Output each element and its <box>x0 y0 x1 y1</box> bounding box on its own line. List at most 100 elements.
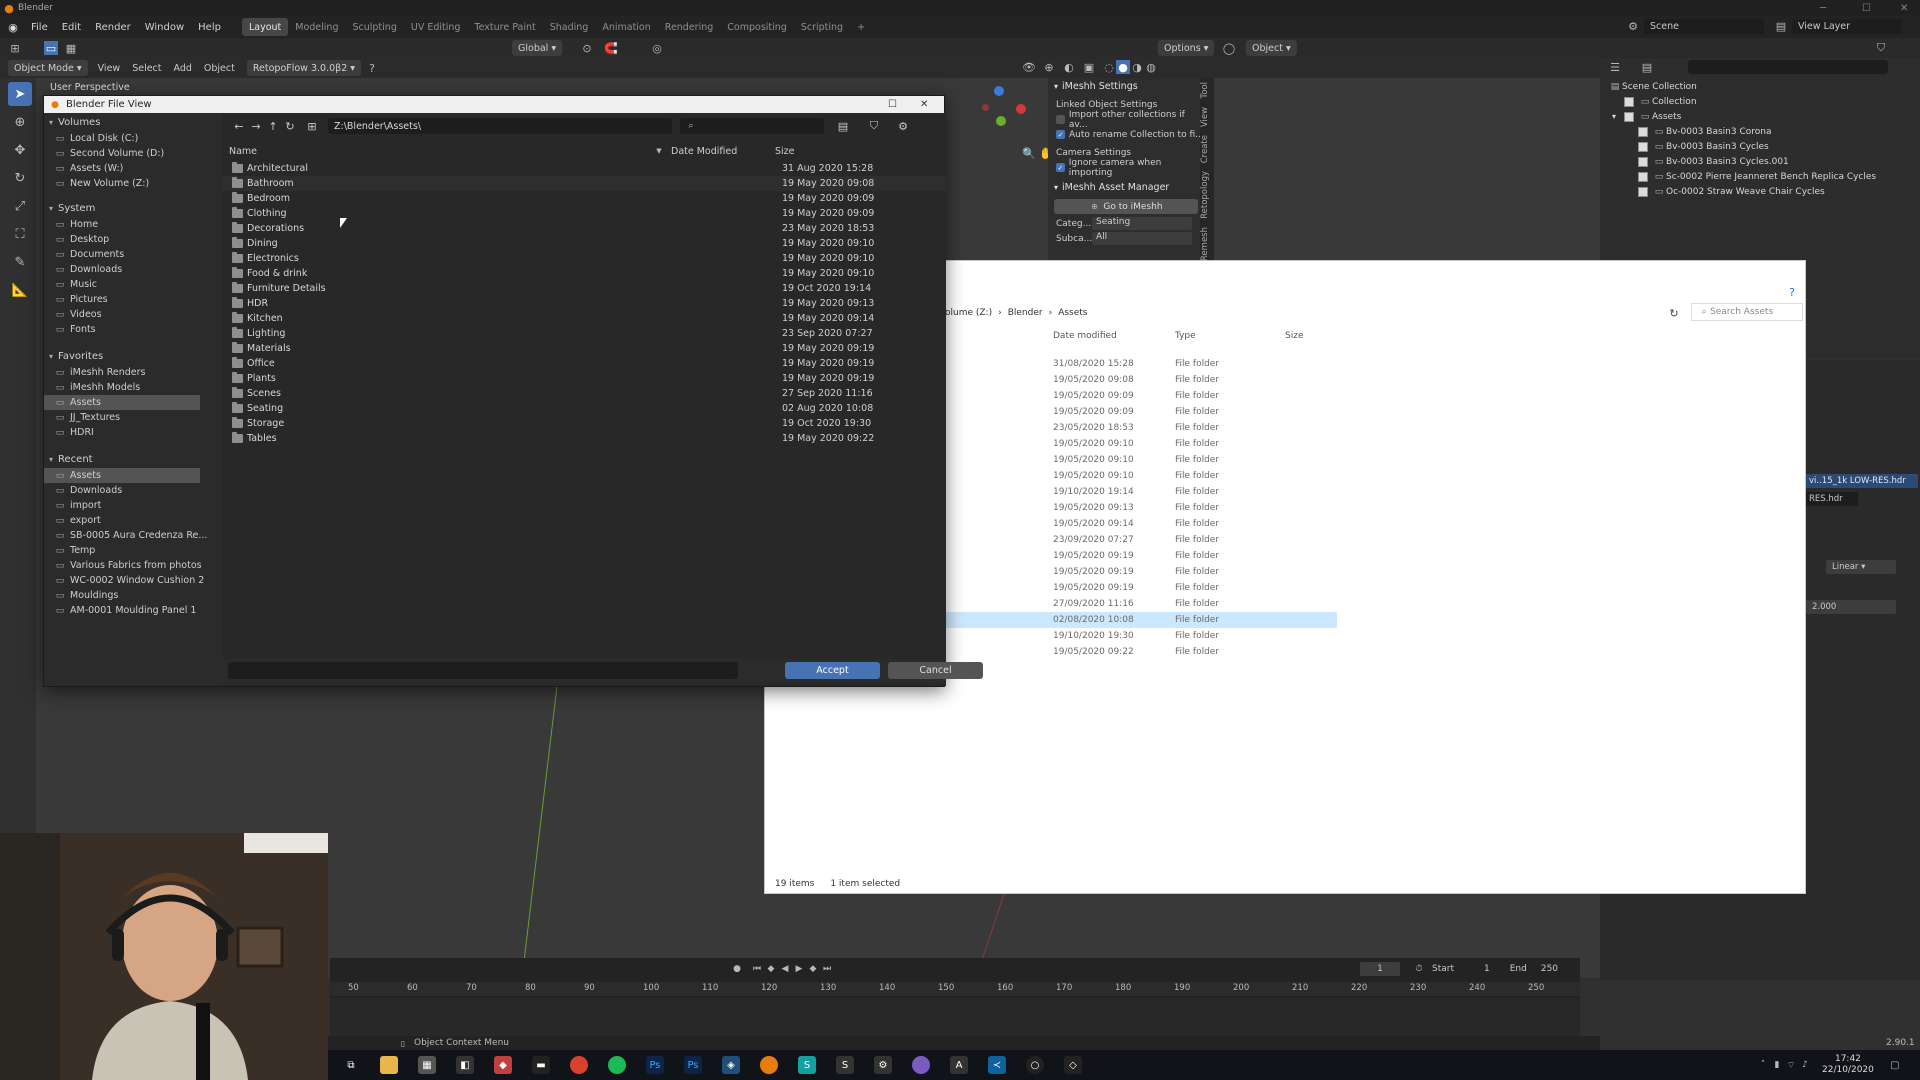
file-row[interactable]: Architectural 31 Aug 2020 15:28 <box>222 161 946 176</box>
material-shading-icon[interactable]: ◑ <box>1130 60 1144 74</box>
sidebar-item-favorites[interactable]: ▭ iMeshh Renders <box>44 365 222 380</box>
file-row[interactable]: Tables 19 May 2020 09:22 <box>222 431 946 446</box>
col-size[interactable]: Size <box>765 146 825 157</box>
dialog-close-button[interactable]: ✕ <box>920 99 928 110</box>
cancel-button[interactable]: Cancel <box>888 662 983 679</box>
menu-view[interactable]: View <box>92 63 127 74</box>
file-row[interactable]: Plants 19 May 2020 09:19 <box>222 371 946 386</box>
filter-icon[interactable]: ⛉ <box>867 119 881 133</box>
tab-create[interactable]: Create <box>1200 131 1210 167</box>
outliner-item[interactable]: ▭ Collection <box>1600 94 1920 109</box>
checkbox-icon[interactable] <box>1638 126 1648 137</box>
parent-dir-icon[interactable]: ↑ <box>266 119 280 133</box>
col-type[interactable]: Type <box>1175 331 1285 341</box>
system-header[interactable]: ▾ System <box>44 199 222 217</box>
sidebar-item-system[interactable]: ▭ Home <box>44 217 222 232</box>
volumes-header[interactable]: ▾ Volumes <box>44 113 222 131</box>
menu-add[interactable]: Add <box>168 63 198 74</box>
prev-keyframe-icon[interactable]: ◆ <box>764 962 778 976</box>
solid-shading-icon[interactable]: ● <box>1116 60 1130 74</box>
checkbox-icon[interactable] <box>1638 171 1648 182</box>
cursor-tool-icon[interactable]: ⊕ <box>8 110 32 134</box>
col-size[interactable]: Size <box>1285 331 1345 341</box>
breadcrumb-blender[interactable]: Blender <box>1008 308 1043 318</box>
sidebar-item-system[interactable]: ▭ Videos <box>44 307 222 322</box>
sidebar-item-volumes[interactable]: ▭ New Volume (Z:) <box>44 176 222 191</box>
file-row[interactable]: Dining 19 May 2020 09:10 <box>222 236 946 251</box>
outliner-item[interactable]: ▾ ▭ Assets <box>1600 109 1920 124</box>
github-icon[interactable] <box>912 1056 930 1074</box>
tab-uv-editing[interactable]: UV Editing <box>404 18 468 36</box>
sidebar-item-recent[interactable]: ▭ Temp <box>44 543 222 558</box>
tab-animation[interactable]: Animation <box>595 18 657 36</box>
timeline-track-area[interactable] <box>330 998 1580 1036</box>
help-icon[interactable]: ? <box>365 61 379 75</box>
tab-tool[interactable]: Tool <box>1200 78 1210 103</box>
menu-edit[interactable]: Edit <box>55 16 88 38</box>
sidebar-item-recent[interactable]: ▭ import <box>44 498 222 513</box>
select-tool-icon[interactable]: ➤ <box>8 82 32 106</box>
object-dropdown[interactable]: Object ▾ <box>1246 40 1297 56</box>
sidebar-item-system[interactable]: ▭ Pictures <box>44 292 222 307</box>
hdr-image-field[interactable]: RES.hdr <box>1806 492 1858 506</box>
file-row[interactable]: Bedroom 19 May 2020 09:09 <box>222 191 946 206</box>
tab-scripting[interactable]: Scripting <box>794 18 850 36</box>
sidebar-item-recent[interactable]: ▭ SB-0005 Aura Credenza Re... <box>44 528 222 543</box>
file-row[interactable]: Kitchen 19 May 2020 09:14 <box>222 311 946 326</box>
proportional-edit-icon[interactable]: ◎ <box>650 41 664 55</box>
dialog-search-field[interactable]: ⌕ <box>680 118 824 134</box>
jump-start-icon[interactable]: ⏮ <box>750 962 764 976</box>
jump-end-icon[interactable]: ⏭ <box>820 962 834 976</box>
transform-tool-icon[interactable]: ⛶ <box>8 222 32 246</box>
calculator-icon[interactable]: ▦ <box>418 1056 436 1074</box>
sidebar-item-system[interactable]: ▭ Desktop <box>44 232 222 247</box>
menu-help[interactable]: Help <box>191 16 228 38</box>
options-dropdown[interactable]: Options ▾ <box>1158 40 1215 56</box>
timeline-ruler[interactable]: 50 60 70 80 90 100 110 120 130 140 150 160 170 180 190… <box>330 982 1580 996</box>
skype-icon[interactable]: S <box>836 1056 854 1074</box>
sidebar-item-favorites[interactable]: ▭ JJ_Textures <box>44 410 222 425</box>
file-row[interactable]: Decorations 23 May 2020 18:53 <box>222 221 946 236</box>
file-row[interactable]: Storage 19 Oct 2020 19:30 <box>222 416 946 431</box>
file-row[interactable]: Clothing 19 May 2020 09:09 <box>222 206 946 221</box>
terminal-icon[interactable]: ▬ <box>532 1056 550 1074</box>
close-window-button[interactable]: ✕ <box>1900 3 1908 14</box>
checkbox-icon[interactable] <box>1624 111 1634 122</box>
breadcrumb-volume[interactable]: olume (Z:) <box>945 308 992 318</box>
filename-field[interactable] <box>228 662 738 679</box>
overlay-icon[interactable]: ◐ <box>1062 60 1076 74</box>
menu-window[interactable]: Window <box>138 16 191 38</box>
3d-app-icon[interactable]: ◈ <box>722 1056 740 1074</box>
outliner-item[interactable]: ▭ Bv-0003 Basin3 Corona <box>1600 124 1920 139</box>
display-mode-icon[interactable]: ▤ <box>1640 60 1654 74</box>
photoshop-2-icon[interactable]: Ps <box>684 1056 702 1074</box>
play-icon[interactable]: ▶ <box>792 962 806 976</box>
select-box-icon[interactable]: ▭ <box>44 41 58 55</box>
chrome-icon[interactable] <box>570 1056 588 1074</box>
sidebar-item-system[interactable]: ▭ Downloads <box>44 262 222 277</box>
explorer-search[interactable]: ⌕ Search Assets <box>1691 303 1803 321</box>
scale-tool-icon[interactable]: ⤢ <box>8 194 32 218</box>
tab-sculpting[interactable]: Sculpting <box>345 18 403 36</box>
move-tool-icon[interactable]: ✥ <box>8 138 32 162</box>
recent-header[interactable]: ▾ Recent <box>44 450 222 468</box>
refresh-icon[interactable]: ↻ <box>283 119 297 133</box>
obs-icon[interactable]: ○ <box>1026 1056 1044 1074</box>
object-mode-dropdown[interactable]: Object Mode ▾ <box>8 60 88 76</box>
task-view-icon[interactable]: ⧉ <box>342 1056 360 1074</box>
media-app-icon[interactable]: ◆ <box>494 1056 512 1074</box>
back-arrow-icon[interactable]: ← <box>232 119 246 133</box>
visibility-icon[interactable]: 👁 <box>1022 60 1036 74</box>
measure-tool-icon[interactable]: 📐 <box>8 278 32 302</box>
col-date[interactable]: Date Modified <box>671 146 765 157</box>
sidebar-item-volumes[interactable]: ▭ Local Disk (C:) <box>44 131 222 146</box>
file-row[interactable]: Food & drink 19 May 2020 09:10 <box>222 266 946 281</box>
strength-field[interactable]: 2.000 <box>1806 600 1896 614</box>
menu-render[interactable]: Render <box>88 16 138 38</box>
current-frame-field[interactable]: 1 <box>1360 962 1400 976</box>
file-row[interactable]: Office 19 May 2020 09:19 <box>222 356 946 371</box>
settings-app-icon[interactable]: ⚙ <box>874 1056 892 1074</box>
import-other-checkbox[interactable]: Import other collections if av... <box>1048 110 1204 130</box>
scene-name[interactable]: Scene <box>1644 19 1764 34</box>
xray-icon[interactable]: ▣ <box>1082 60 1096 74</box>
